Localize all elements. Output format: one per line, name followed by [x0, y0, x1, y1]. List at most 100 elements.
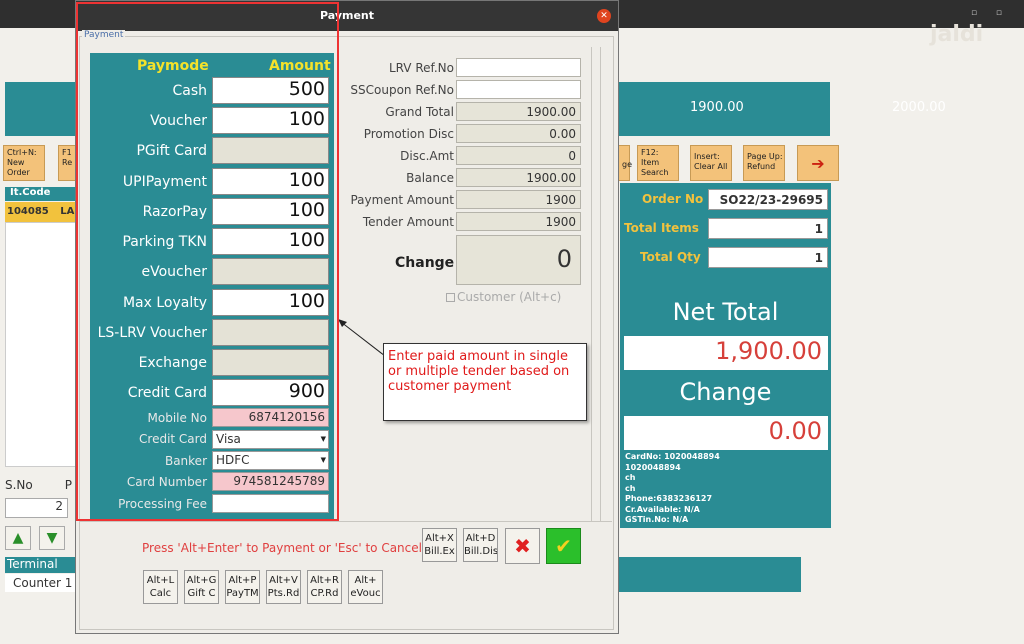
- card-number-input[interactable]: 974581245789: [212, 472, 329, 491]
- change-label: Change: [679, 378, 772, 406]
- window-controls[interactable]: ▫ ▫: [971, 8, 1010, 18]
- bill-exchange-button[interactable]: Alt+X Bill.Ex: [422, 528, 457, 562]
- tender-label-exchange: Exchange: [138, 355, 207, 371]
- terminal-label: Terminal: [5, 557, 75, 573]
- customer-info: CardNo: 1020048894 1020048894 ch ch Phon…: [625, 452, 720, 526]
- customer-name-2: ch: [625, 483, 636, 493]
- toolbar-button-partial[interactable]: ge: [618, 145, 632, 181]
- tender-label-razorpay: RazorPay: [142, 204, 207, 220]
- dialog-change-value: 0: [456, 235, 581, 285]
- evoucher-amount-input[interactable]: [212, 258, 329, 285]
- sscoupon-ref-label: SSCoupon Ref.No: [350, 83, 454, 97]
- processing-fee-label: Processing Fee: [118, 497, 207, 511]
- customer-card-no: CardNo: 1020048894: [625, 452, 720, 461]
- dialog-change-label: Change: [395, 255, 455, 271]
- total-qty-field: 1: [708, 247, 828, 268]
- tender-label-parking: Parking TKN: [122, 234, 207, 250]
- app-logo: jaldi: [930, 22, 984, 47]
- payment-amount-label: Payment Amount: [350, 193, 454, 207]
- dialog-title: Payment: [76, 1, 618, 31]
- move-down-button[interactable]: ▼: [39, 526, 65, 550]
- customer-credit: Cr.Available: N/A: [625, 504, 700, 514]
- column-divider: [591, 47, 592, 522]
- close-x-icon: ✖: [514, 534, 531, 558]
- toolbar-button-f1[interactable]: F1 Re: [58, 145, 76, 181]
- cash-amount-input[interactable]: 500: [212, 77, 329, 104]
- items-table-body: [5, 222, 77, 467]
- total-items-label: Total Items: [624, 221, 699, 235]
- credit-card-type-select[interactable]: Visa ▼: [212, 430, 329, 449]
- tender-label-upi: UPIPayment: [122, 174, 207, 190]
- grand-total-label: Grand Total: [385, 105, 454, 119]
- max-loyalty-amount-input[interactable]: 100: [212, 289, 329, 316]
- dialog-close-icon[interactable]: ✕: [597, 9, 611, 23]
- tender-label-max-loyalty: Max Loyalty: [122, 295, 207, 311]
- terminal-value: Counter 1: [5, 574, 75, 592]
- paytm-button[interactable]: Alt+P PayTM: [225, 570, 260, 604]
- paymode-header: Paymode: [137, 58, 209, 74]
- keyboard-hint: Press 'Alt+Enter' to Payment or 'Esc' to…: [142, 541, 422, 555]
- points-redeem-button[interactable]: Alt+V Pts.Rd: [266, 570, 301, 604]
- disc-amt-label: Disc.Amt: [400, 149, 454, 163]
- tender-label-ls-lrv: LS-LRV Voucher: [97, 325, 207, 341]
- arrow-down-icon: ▼: [46, 530, 58, 546]
- confirm-payment-button[interactable]: ✔: [546, 528, 581, 564]
- lrv-ref-input[interactable]: [456, 58, 581, 77]
- cancel-button[interactable]: ✖: [505, 528, 540, 564]
- exchange-amount-input[interactable]: [212, 349, 329, 376]
- tender-label-cash: Cash: [172, 83, 207, 99]
- total-items-field: 1: [708, 218, 828, 239]
- clear-all-button[interactable]: Insert: Clear All: [690, 145, 732, 181]
- exit-door-icon: ➔: [811, 153, 825, 173]
- amount-header: Amount: [269, 58, 331, 74]
- tender-label-pgift-card: PGift Card: [136, 143, 207, 159]
- customer-phone: Phone:6383236127: [625, 494, 713, 503]
- card-number-label: Card Number: [126, 475, 207, 489]
- net-total-label: Net Total: [672, 298, 779, 326]
- tender-label-evoucher: eVoucher: [141, 264, 207, 280]
- move-up-button[interactable]: ▲: [5, 526, 31, 550]
- disc-amt-field: 0: [456, 146, 581, 165]
- new-order-button[interactable]: Ctrl+N: New Order: [3, 145, 45, 181]
- refund-button[interactable]: Page Up: Refund: [743, 145, 785, 181]
- customer-id: 1020048894: [625, 462, 681, 472]
- gift-card-button[interactable]: Alt+G Gift C: [184, 570, 219, 604]
- chevron-down-icon: ▼: [320, 435, 326, 443]
- balance-label: Balance: [406, 171, 454, 185]
- item-code-cell: 104085: [7, 206, 49, 217]
- upi-amount-input[interactable]: 100: [212, 168, 329, 195]
- bill-discount-button[interactable]: Alt+D Bill.Dis: [463, 528, 498, 562]
- voucher-amount-input[interactable]: 100: [212, 107, 329, 134]
- side-strip: [600, 47, 612, 522]
- banker-label: Banker: [164, 454, 207, 468]
- processing-fee-input[interactable]: [212, 494, 329, 513]
- item-name-cell: LA: [60, 206, 75, 217]
- item-search-button[interactable]: F12: Item Search: [637, 145, 679, 181]
- net-total-value: 1,900.00: [624, 336, 828, 370]
- coupon-redeem-button[interactable]: Alt+R CP.Rd: [307, 570, 342, 604]
- customer-checkbox[interactable]: Customer (Alt+c): [446, 290, 561, 304]
- sscoupon-ref-input[interactable]: [456, 80, 581, 99]
- evoucher-button[interactable]: Alt+ eVouc: [348, 570, 383, 604]
- credit-card-amount-input[interactable]: 900: [212, 379, 329, 406]
- credit-card-type-label: Credit Card: [139, 432, 207, 446]
- order-no-label: Order No: [642, 192, 704, 206]
- mobile-no-label: Mobile No: [147, 411, 208, 425]
- pgift-card-amount-input[interactable]: [212, 137, 329, 164]
- exit-button[interactable]: ➔: [797, 145, 839, 181]
- total-qty-label: Total Qty: [640, 250, 701, 264]
- razorpay-amount-input[interactable]: 100: [212, 198, 329, 225]
- chevron-down-icon: ▼: [320, 456, 326, 464]
- callout-note: Enter paid amount in single or multiple …: [383, 343, 587, 421]
- table-row[interactable]: 104085 LA: [5, 202, 77, 222]
- mobile-no-input[interactable]: 6874120156: [212, 408, 329, 427]
- checkbox-icon: [446, 293, 455, 302]
- ls-lrv-amount-input[interactable]: [212, 319, 329, 346]
- banker-select[interactable]: HDFC ▼: [212, 451, 329, 470]
- sno-label: S.No P: [5, 478, 72, 492]
- calculator-button[interactable]: Alt+L Calc: [143, 570, 178, 604]
- tender-label-credit-card: Credit Card: [127, 385, 207, 401]
- grand-total-field: 1900.00: [456, 102, 581, 121]
- parking-amount-input[interactable]: 100: [212, 228, 329, 255]
- tender-panel: Paymode Amount Cash 500 Voucher 100 PGif…: [90, 53, 334, 519]
